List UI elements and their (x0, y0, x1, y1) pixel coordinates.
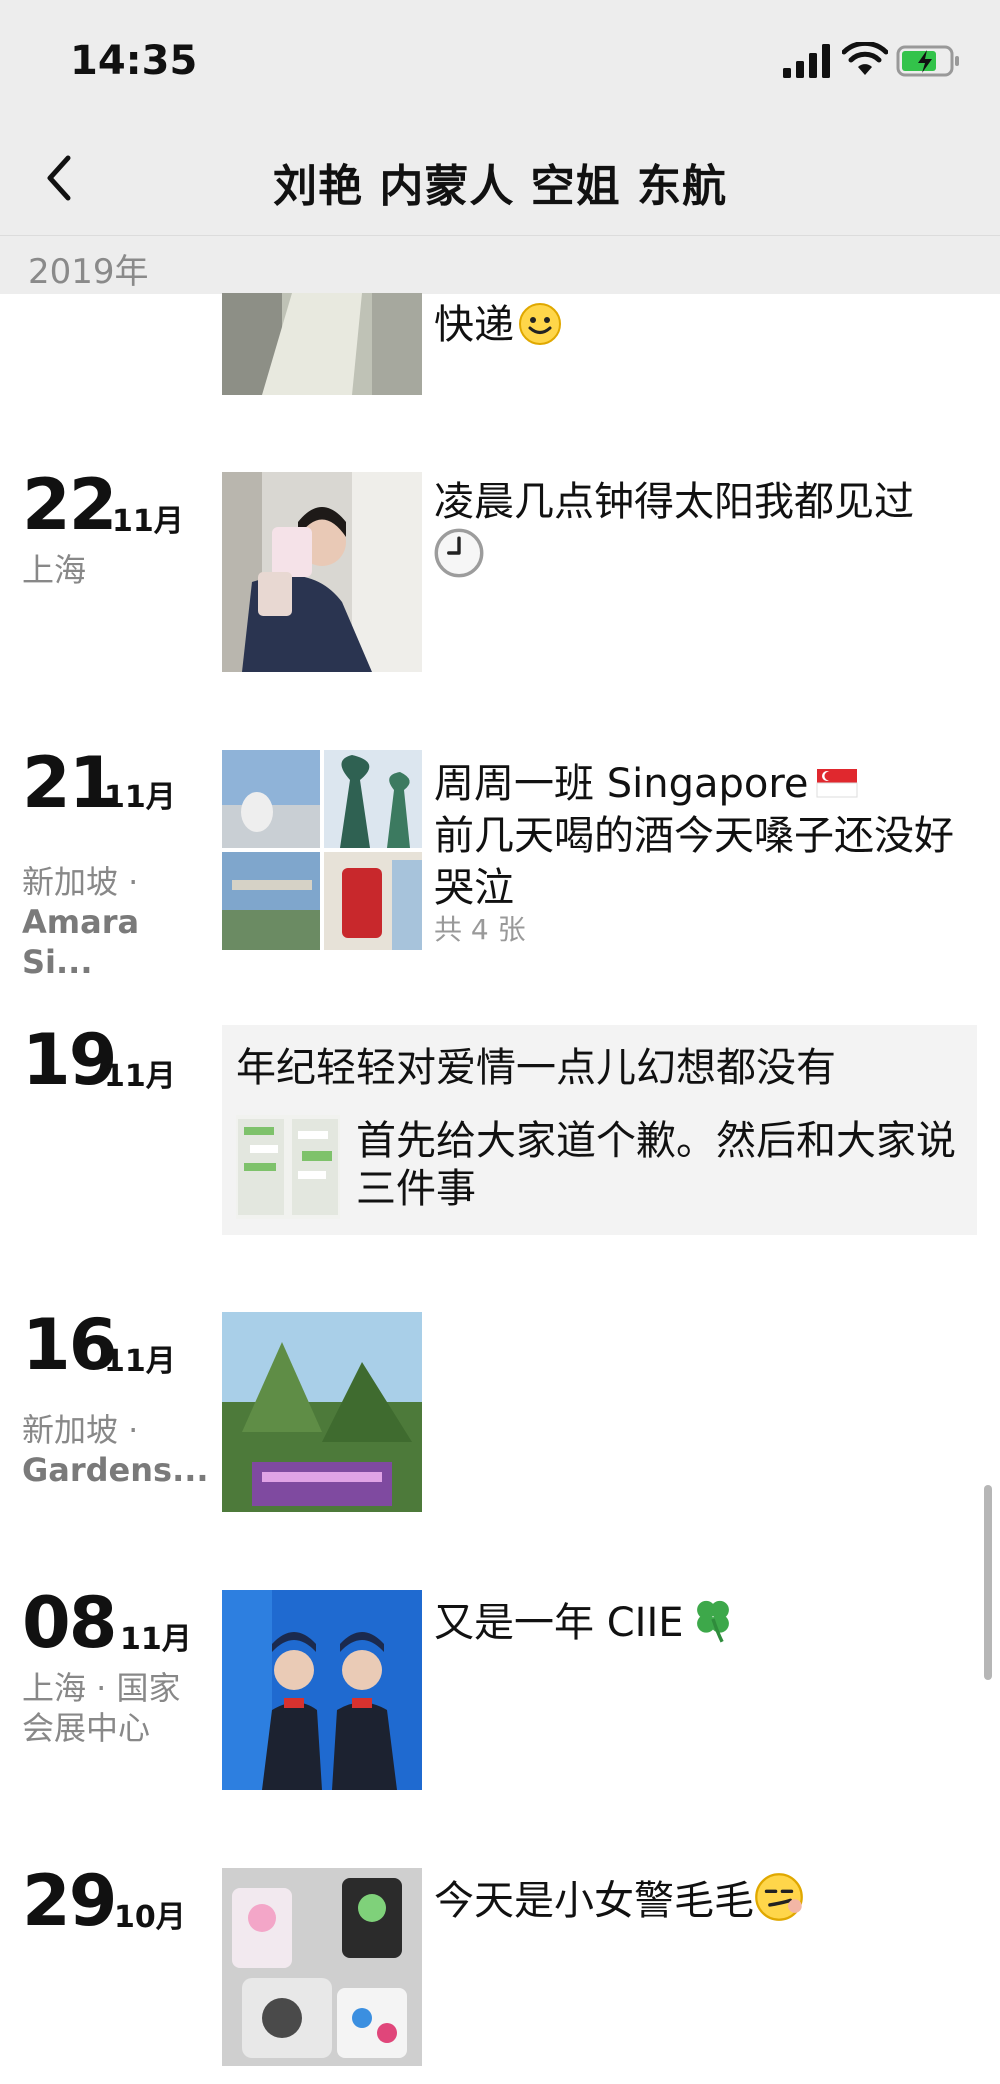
scrollbar[interactable] (984, 1485, 992, 1680)
wifi-icon (842, 42, 888, 75)
shared-article-card[interactable]: 年纪轻轻对爱情一点儿幻想都没有 首先给大家道个歉。然后和大家说三件事 (222, 1025, 977, 1235)
clock-emoji-icon (434, 528, 484, 578)
post-month: 11月 (120, 1622, 192, 1657)
post-caption: 周周一班 Singapore 前几天喝的酒今天嗓子还没好 哭泣 (434, 761, 954, 911)
post-location-line1: 上海 · 国家 (22, 1669, 181, 1707)
post-location-line2: Gardens... (22, 1451, 209, 1489)
post-day: 08 (22, 1582, 117, 1664)
post-caption: 快递 (434, 299, 974, 351)
year-label: 2019年 (28, 252, 149, 292)
nav-bar: 刘艳 内蒙人 空姐 东航 (0, 120, 1000, 235)
post-month: 10月 (114, 1900, 186, 1935)
post-photo[interactable] (222, 472, 422, 672)
post-location-line1: 新加坡 · (22, 863, 139, 901)
post-location-line2: Amara Si... (22, 903, 140, 981)
signal-icon (783, 44, 830, 78)
article-title: 首先给大家道个歉。然后和大家说三件事 (356, 1118, 956, 1212)
clover-emoji-icon (696, 1600, 729, 1643)
battery-charging-icon (896, 45, 959, 77)
post-caption: 年纪轻轻对爱情一点儿幻想都没有 (236, 1045, 836, 1091)
smile-emoji-icon (519, 303, 561, 345)
smirk-emoji-icon (755, 1873, 803, 1921)
post-month: 11月 (104, 780, 176, 815)
post-caption: 今天是小女警毛毛 (434, 1872, 974, 1927)
post-location: 上海 · 国家 会展中心 (22, 1668, 207, 1748)
page-title: 刘艳 内蒙人 空姐 东航 (273, 161, 727, 212)
photo-count: 共 4 张 (434, 913, 526, 946)
post-location: 新加坡 · Gardens... (22, 1410, 209, 1490)
post-caption: 凌晨几点钟得太阳我都见过 (434, 476, 974, 583)
post-month: 11月 (104, 1344, 176, 1379)
post-day: 16 (22, 1304, 117, 1386)
post-location-line2: 会展中心 (22, 1709, 151, 1747)
post-photo[interactable] (222, 1868, 422, 2066)
post-day: 21 (22, 742, 117, 824)
singapore-flag-icon (816, 769, 858, 798)
post-location-line1: 新加坡 · (22, 1411, 139, 1449)
post-day: 22 (22, 464, 117, 546)
status-time: 14:35 (70, 38, 198, 84)
post-month: 11月 (104, 1059, 176, 1094)
post-month: 11月 (112, 504, 184, 539)
post-day: 29 (22, 1860, 117, 1942)
year-section-header: 2019年 (0, 235, 1000, 294)
post-caption: 又是一年 CIIE (434, 1594, 974, 1649)
post-location: 上海 (22, 551, 87, 589)
article-thumbnail (236, 1115, 340, 1219)
post-photo[interactable] (222, 293, 422, 395)
photo-grid[interactable] (222, 750, 422, 950)
post-photo[interactable] (222, 1312, 422, 1512)
status-bar: 14:35 (0, 0, 1000, 120)
post-location: 新加坡 · Amara Si... (22, 862, 207, 982)
post-day: 19 (22, 1019, 117, 1101)
post-photo[interactable] (222, 1590, 422, 1790)
